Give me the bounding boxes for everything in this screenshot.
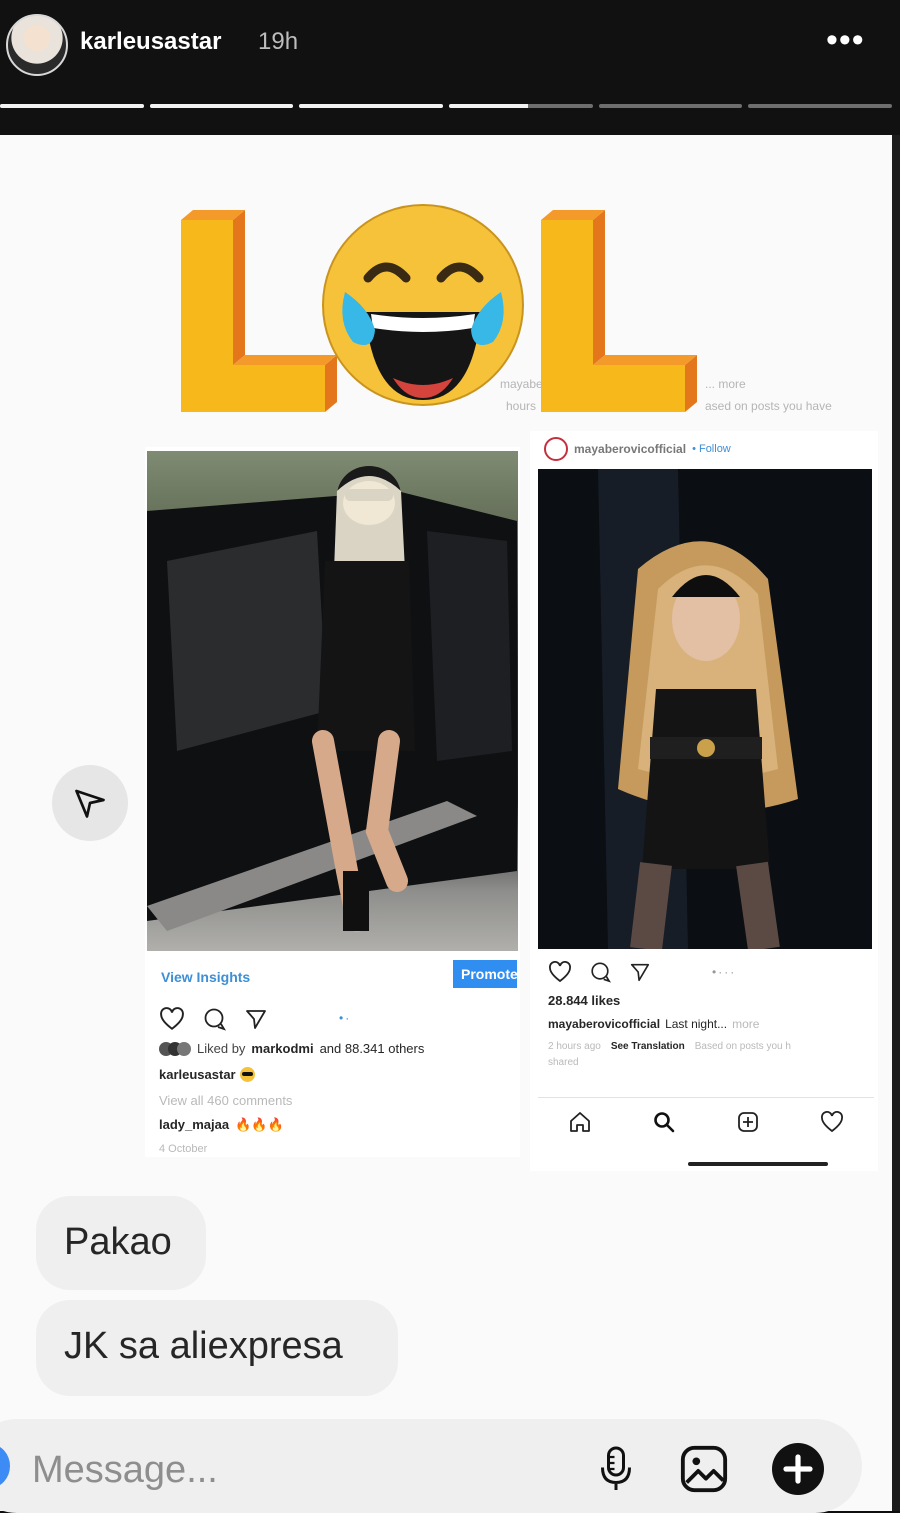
home-indicator [688,1162,828,1166]
more-options-icon[interactable]: ••• [826,20,865,60]
comment-row: lady_majaa 🔥🔥🔥 [159,1117,284,1133]
post-right: mayaberovicofficial • Follow •··· 28.844… [530,431,878,1171]
message-text: JK sa aliexpresa [64,1325,343,1367]
right-post-avatar[interactable] [544,437,568,461]
send-icon[interactable] [628,961,652,983]
see-translation-link[interactable]: See Translation [611,1041,685,1052]
story-progress-segment [449,104,593,108]
carousel-dots: •· [339,1011,352,1025]
sticker-letter-l-left [181,210,337,412]
activity-heart-icon[interactable] [820,1111,844,1133]
message-text: Pakao [64,1221,172,1263]
post-ago: 2 hours ago [548,1041,601,1052]
right-gutter [892,135,900,1511]
instagram-bottom-nav [538,1097,874,1146]
faded-line-b: ased on posts you have [705,399,832,413]
sticker-letter-l-right [541,210,697,412]
story-progress [0,104,893,109]
comment-text: 🔥🔥🔥 [235,1117,284,1132]
comment-user[interactable]: lady_majaa [159,1117,229,1133]
carousel-dots: •··· [712,965,737,979]
liked-by-suffix[interactable]: and 88.341 others [320,1041,425,1056]
right-meta-row: 2 hours ago See Translation Based on pos… [548,1041,791,1052]
faded-more: ... more [705,377,746,391]
story-progress-fill [449,104,529,108]
story-progress-segment [598,104,743,108]
photo-car-scene [147,466,517,932]
add-post-icon[interactable] [736,1110,760,1134]
view-all-comments[interactable]: View all 460 comments [159,1093,292,1108]
message-bubble[interactable]: Pakao [36,1196,206,1290]
post-right-photo[interactable] [538,469,872,949]
post-date: 4 October [159,1143,208,1155]
microphone-button[interactable] [588,1441,644,1497]
comment-icon[interactable] [201,1007,227,1031]
post-left: View Insights Promote •· Liked by markod… [145,447,520,1157]
avatar[interactable] [6,14,68,76]
send-icon[interactable] [243,1007,269,1031]
right-post-username[interactable]: mayaberovicofficial [574,442,686,456]
liked-by-user[interactable]: markodmi [251,1041,313,1056]
add-content-button[interactable] [770,1441,826,1497]
story-time: 19h [258,28,299,55]
story-progress-segment [0,104,144,108]
story-progress-segment [748,104,893,108]
comment-icon[interactable] [588,961,612,983]
story-header: karleusastar 19h ••• [0,0,900,135]
post-left-photo[interactable] [147,451,518,951]
story-canvas: mayabe ... more hours ased on posts you … [0,135,892,1513]
message-bubble[interactable]: JK sa aliexpresa [36,1300,398,1396]
plus-circle-icon [772,1443,824,1495]
faded-user: mayabe [500,377,543,391]
microphone-icon [601,1446,631,1490]
caption-user[interactable]: karleusastar [159,1067,236,1082]
story-username[interactable]: karleusastar [80,28,221,56]
story-progress-segment [299,104,444,108]
gallery-button[interactable] [676,1441,732,1497]
right-caption-user[interactable]: mayaberovicofficial [548,1017,660,1031]
message-input[interactable] [30,1445,434,1495]
liked-by-row: Liked by markodmi and 88.341 others [159,1041,424,1056]
sunglasses-emoji-icon [239,1067,255,1082]
heart-icon[interactable] [548,961,572,983]
heart-icon[interactable] [159,1007,185,1031]
paper-plane-icon [75,789,105,818]
image-icon [680,1445,728,1493]
story-progress-segment [149,104,294,108]
liked-avatars [159,1041,191,1056]
photo-portrait-scene [538,469,872,949]
lol-sticker [181,204,697,412]
liked-by-prefix: Liked by [197,1041,246,1056]
right-caption-more[interactable]: more [732,1017,759,1031]
story-progress-fill [149,104,294,108]
share-button[interactable] [52,765,128,841]
story-progress-fill [299,104,444,108]
faded-line: hours [506,399,537,413]
right-post-header: mayaberovicofficial • Follow [544,437,731,461]
home-icon[interactable] [568,1110,592,1134]
caption-row: karleusastar [159,1067,255,1082]
laughing-crying-emoji [322,204,524,406]
view-insights-link[interactable]: View Insights [161,969,250,985]
promote-button[interactable]: Promote [453,960,517,988]
based-on-posts: Based on posts you h [694,1041,791,1052]
likes-count[interactable]: 28.844 likes [548,993,620,1008]
post-right-actions [548,961,652,983]
story-progress-fill [0,104,144,108]
post-left-actions [159,1007,269,1031]
right-caption-row: mayaberovicofficial Last night... more [548,1017,759,1031]
shared-text: shared [548,1057,579,1068]
search-icon[interactable] [652,1110,676,1134]
right-caption-text: Last night... [665,1017,728,1031]
follow-link[interactable]: • Follow [692,443,731,455]
